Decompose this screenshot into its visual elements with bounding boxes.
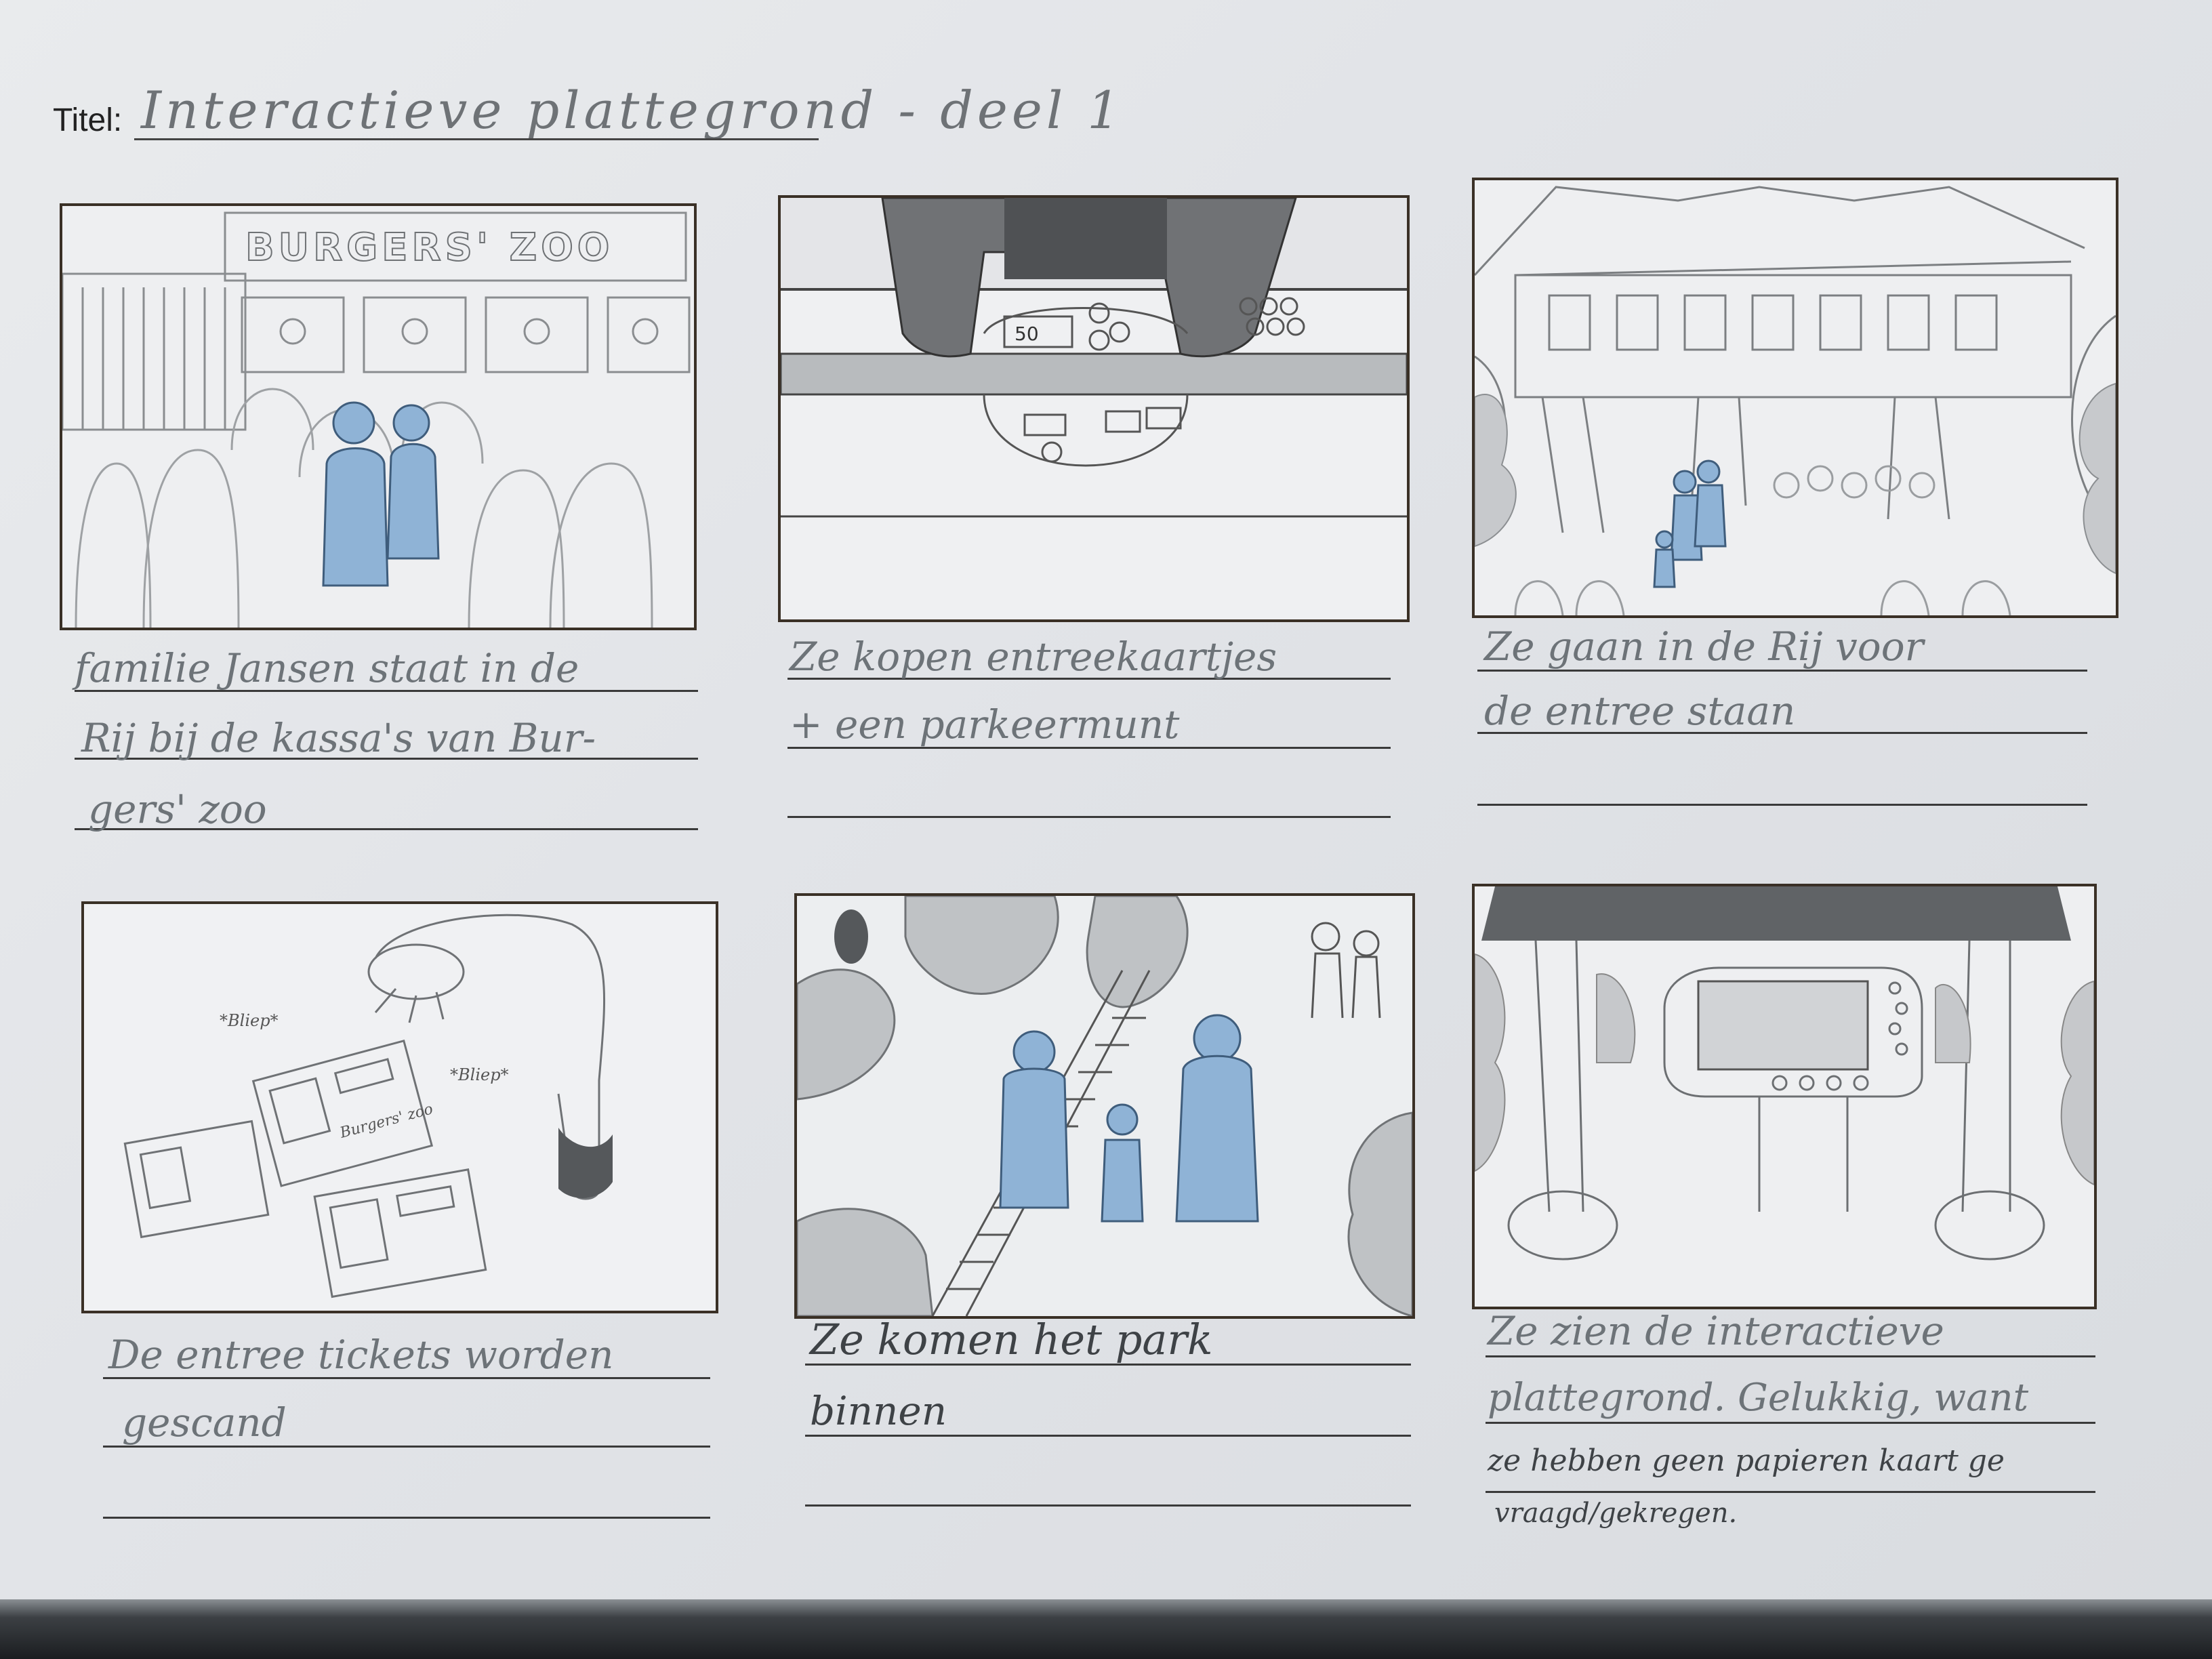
panel-2-sketch: 50 (781, 198, 1407, 619)
panel-3 (1472, 178, 2118, 618)
caption-6-text-3: ze hebben geen papieren kaart ge (1488, 1443, 2005, 1478)
panel-4: *Bliep* *Bliep* Burgers' zoo (81, 901, 718, 1313)
title-value: Interactieve plattegrond - deel 1 (141, 80, 1124, 140)
caption-5-text-2: binnen (810, 1388, 947, 1434)
caption-6-text-4: vraagd/gekregen. (1494, 1498, 1738, 1529)
zoo-sign: BURGERS' ZOO (245, 226, 613, 270)
panel-6-sketch (1475, 886, 2094, 1307)
panel-2: 50 (778, 195, 1410, 622)
table-edge (0, 1599, 2212, 1659)
caption-6-line-1 (1486, 1355, 2095, 1357)
money-label: 50 (1015, 323, 1039, 345)
panel-4-sketch: *Bliep* *Bliep* Burgers' zoo (84, 904, 716, 1311)
caption-1-text-3: gers' zoo (88, 786, 267, 832)
caption-3-line-1 (1477, 670, 2087, 672)
caption-1-text-2: Rij bij de kassa's van Bur- (81, 715, 596, 761)
title-underline (134, 138, 819, 140)
caption-5-line-2 (805, 1435, 1411, 1437)
caption-2-line-3 (787, 816, 1391, 818)
caption-2-text-1: Ze kopen entreekaartjes (790, 634, 1277, 680)
caption-3-line-3 (1477, 804, 2087, 806)
caption-5-line-3 (805, 1504, 1411, 1507)
caption-6-line-2 (1486, 1422, 2095, 1424)
panel-6 (1472, 884, 2097, 1309)
panel-5 (794, 893, 1415, 1319)
caption-2-text-2: + een parkeermunt (790, 701, 1180, 747)
scan-sound-1: *Bliep* (220, 1011, 279, 1030)
caption-1-text-1: familie Jansen staat in de (75, 645, 579, 691)
caption-6-text-1: Ze zien de interactieve (1488, 1308, 1944, 1354)
caption-6-text-2: plattegrond. Gelukkig, want (1488, 1376, 2029, 1420)
panel-3-sketch (1475, 180, 2116, 615)
caption-5-text-1: Ze komen het park (810, 1315, 1213, 1364)
panel-5-sketch (797, 896, 1412, 1316)
title-label: Titel: (53, 102, 123, 138)
caption-3-text-1: Ze gaan in de Rij voor (1484, 623, 1924, 670)
caption-3-text-2: de entree staan (1484, 688, 1796, 734)
caption-4-line-3 (103, 1517, 710, 1519)
panel-1: BURGERS' ZOO (60, 203, 697, 630)
caption-4-text-1: De entree tickets worden (108, 1332, 614, 1378)
caption-4-line-2 (103, 1446, 710, 1448)
caption-4-text-2: gescand (122, 1399, 287, 1446)
caption-6-line-3 (1486, 1491, 2095, 1493)
panel-1-sketch: BURGERS' ZOO (62, 206, 694, 628)
scan-sound-2: *Bliep* (450, 1065, 509, 1084)
